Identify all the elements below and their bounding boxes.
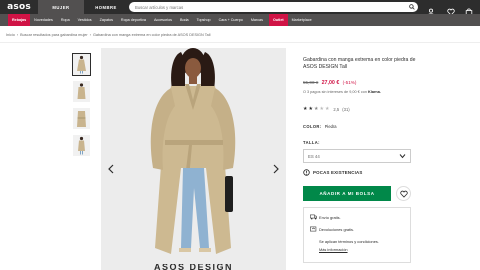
star-empty-icon: ★ — [324, 106, 330, 112]
color-row: COLOR: Piedra — [303, 124, 337, 129]
category-rebajas[interactable]: Rebajas — [8, 14, 31, 26]
bag-icon[interactable] — [465, 3, 473, 16]
category-marketplace[interactable]: Marketplace — [288, 14, 316, 26]
save-for-later-button[interactable] — [396, 186, 411, 201]
heart-icon — [399, 190, 408, 198]
shipping-info: Envío gratis. Devoluciones gratis. Se ap… — [303, 207, 411, 263]
breadcrumb-separator: › — [89, 33, 91, 37]
size-label: TALLA: — [303, 140, 320, 145]
star-half-icon: ★ — [313, 106, 319, 112]
stock-status: POCAS EXISTENCIAS — [303, 169, 363, 176]
search-icon[interactable] — [408, 3, 416, 11]
rating-count: (31) — [342, 106, 350, 112]
tab-mujer[interactable]: MUJER — [38, 0, 83, 14]
category-vestidos[interactable]: Vestidos — [74, 14, 96, 26]
stock-label: POCAS EXISTENCIAS — [313, 170, 363, 175]
chevron-right-icon[interactable] — [272, 164, 280, 174]
search-input[interactable] — [135, 4, 395, 10]
truck-icon — [310, 214, 317, 220]
search-bar[interactable] — [129, 2, 418, 12]
tab-hombre[interactable]: HOMBRE — [83, 0, 128, 14]
thumbnail-4[interactable] — [73, 135, 90, 156]
divider — [0, 42, 480, 43]
discount-badge: (-51%) — [342, 80, 357, 85]
star-icon: ★ — [308, 106, 313, 112]
old-price: 55,00 € — [303, 80, 319, 85]
heart-icon[interactable] — [447, 3, 455, 16]
free-returns-text: Devoluciones gratis. — [319, 227, 355, 232]
color-value: Piedra — [324, 124, 337, 129]
product-title: Gabardina con manga extrema en color pie… — [303, 57, 416, 70]
rating-value: 2,5 — [333, 106, 340, 112]
category-outlet[interactable]: Outlet — [268, 14, 288, 26]
category-accesorios[interactable]: Accesorios — [150, 14, 176, 26]
klarna-logo[interactable]: Klarna. — [368, 90, 381, 94]
stock-icon — [303, 169, 310, 176]
product-image[interactable]: ASOS DESIGN — [101, 48, 286, 270]
price-row: 55,00 € 27,00 € (-51%) — [303, 80, 356, 86]
chevron-down-icon — [399, 153, 406, 160]
sale-price: 27,00 € — [321, 80, 340, 86]
category-zapatos[interactable]: Zapatos — [96, 14, 117, 26]
klarna-text: O 3 pagos sin intereses de 9,00 € con — [303, 90, 367, 94]
category-marcas[interactable]: Marcas — [247, 14, 267, 26]
star-icon: ★ — [303, 106, 308, 112]
size-value: ES 44 — [308, 153, 320, 159]
thumbnail-3[interactable] — [73, 108, 90, 129]
rating[interactable]: ★ ★ ★ ★ ★ 2,5 (31) — [303, 106, 350, 112]
star-empty-icon: ★ — [319, 106, 324, 112]
asos-logo[interactable]: asos — [0, 2, 38, 12]
category-topshop[interactable]: Topshop — [193, 14, 215, 26]
thumbnail-2[interactable] — [73, 81, 90, 102]
image-caption: ASOS DESIGN — [153, 264, 233, 270]
category-boda[interactable]: Boda — [176, 14, 193, 26]
category-cara-cuerpo[interactable]: Cara + Cuerpo — [215, 14, 247, 26]
shipping-row: Envío gratis. — [310, 214, 341, 220]
breadcrumb-current: Gabardina con manga extrema en color pie… — [92, 33, 211, 37]
more-info-link[interactable]: Más información — [319, 247, 348, 252]
terms-text: Se aplican términos y condiciones. — [319, 239, 379, 244]
returns-row: Devoluciones gratis. — [310, 226, 355, 232]
breadcrumb-separator: › — [16, 33, 19, 37]
return-icon — [310, 226, 317, 232]
add-to-bag-button[interactable]: AÑADIR A MI BOLSA — [303, 186, 391, 201]
breadcrumb-search-results[interactable]: Buscar resultados para gabardina mujer — [20, 33, 88, 37]
free-shipping-text: Envío gratis. — [319, 215, 341, 220]
category-ropa[interactable]: Ropa — [57, 14, 74, 26]
category-nav: Rebajas Novedades Ropa Vestidos Zapatos … — [0, 14, 480, 26]
chevron-left-icon[interactable] — [107, 164, 115, 174]
thumbnail-1[interactable] — [72, 53, 91, 76]
breadcrumb: Inicio › Buscar resultados para gabardina … — [6, 33, 210, 37]
category-novedades[interactable]: Novedades — [30, 14, 57, 26]
category-ropa-deportiva[interactable]: Ropa deportiva — [117, 14, 150, 26]
breadcrumb-home[interactable]: Inicio — [6, 33, 15, 37]
size-select[interactable]: ES 44 — [303, 149, 411, 163]
klarna-info: O 3 pagos sin intereses de 9,00 € con Kl… — [303, 90, 381, 94]
color-label: COLOR: — [303, 124, 322, 129]
user-icon[interactable] — [427, 3, 435, 16]
